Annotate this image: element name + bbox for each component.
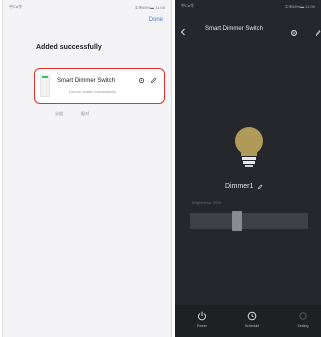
device-card[interactable]: Smart Dimmer Switch Device added success… [34,68,165,104]
status-bar: 中Ca令 ①⑨68%▬ 11:00 [175,0,321,12]
group-action[interactable]: 分组 [55,111,63,117]
dimmer-name-row: Dimmer1 [225,177,263,195]
status-clock: ①⑨68%▬ 11:00 [284,3,315,9]
device-name: Smart Dimmer Switch [57,78,116,84]
device-thumbnail [40,75,50,97]
tab-label: Power [197,324,207,328]
edit-icon[interactable] [315,24,321,42]
settings-icon[interactable] [290,24,298,42]
bulb-icon[interactable] [232,126,266,173]
back-icon[interactable] [180,23,186,41]
status-carrier: 中Ca令 [9,4,23,9]
device-control-screen: 中Ca令 ①⑨68%▬ 11:00 Smart Dimmer Switch Di… [175,0,321,337]
tab-setting[interactable]: Setting [288,311,318,328]
edit-icon[interactable] [150,77,157,84]
done-button[interactable]: Done [149,17,163,23]
status-carrier: 中Ca令 [181,3,195,8]
brightness-label: Brightness: 39% [192,200,222,205]
card-actions: 分组 配对 [55,111,89,117]
setting-icon [299,312,307,320]
brightness-slider-thumb[interactable] [232,211,242,231]
pair-action[interactable]: 配对 [81,111,89,117]
device-title: Smart Dimmer Switch [205,26,264,32]
settings-icon[interactable] [138,77,145,84]
status-bar: 中Ca令 ①⑨68%▬ 11:00 [3,0,171,14]
tab-label: Setting [297,324,309,328]
added-title: Added successfully [36,44,102,51]
power-icon [198,311,206,321]
dimmer-name: Dimmer1 [225,182,254,190]
status-clock: ①⑨68%▬ 11:00 [134,4,165,10]
clock-icon [247,311,257,321]
edit-icon[interactable] [257,177,263,195]
tab-schedule[interactable]: Schedule [237,311,267,328]
tab-power[interactable]: Power [187,311,217,328]
device-indicator [42,76,48,78]
tab-label: Schedule [244,324,260,328]
bottom-tab-bar: Power Schedule Setting [175,305,321,337]
device-status: Device added successfully [69,89,117,94]
brightness-slider[interactable] [190,213,308,229]
add-device-screen: 中Ca令 ①⑨68%▬ 11:00 Done Added successfull… [2,0,172,337]
